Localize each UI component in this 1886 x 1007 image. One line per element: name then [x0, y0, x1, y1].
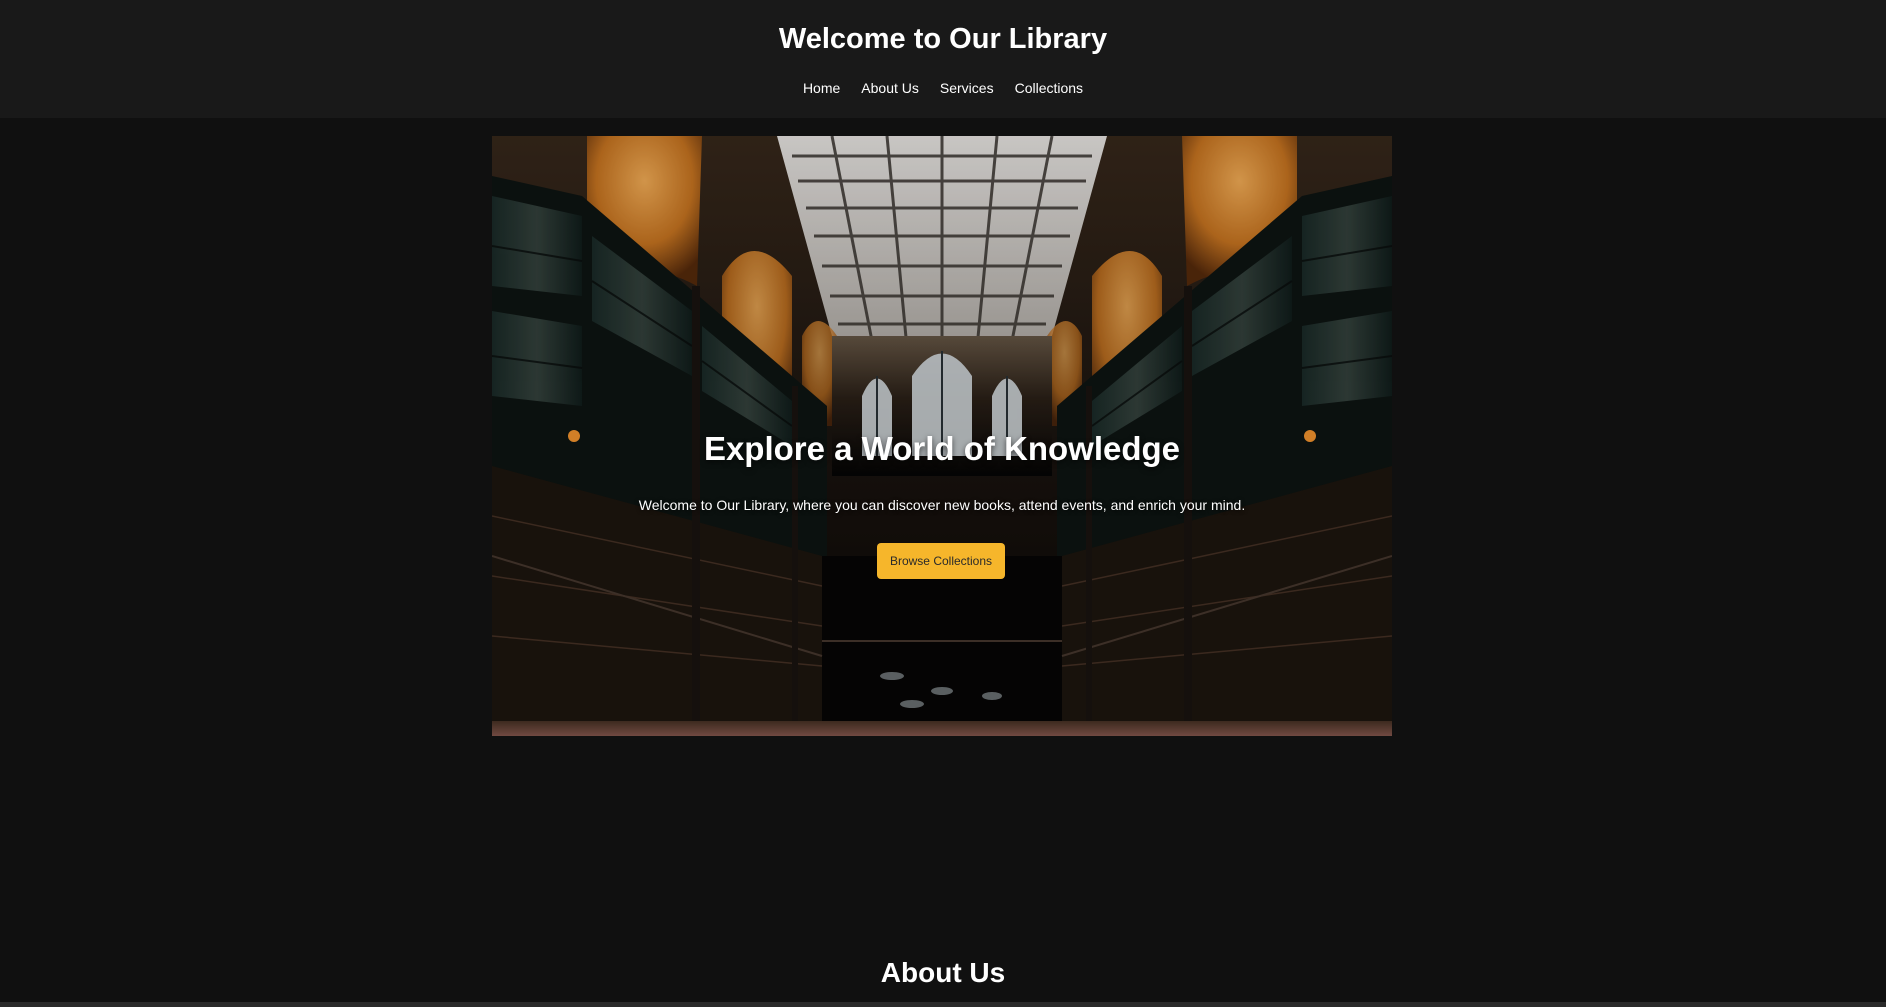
nav-link-home[interactable]: Home [803, 79, 840, 97]
about-heading: About Us [880, 957, 1006, 988]
nav-link-collections[interactable]: Collections [1015, 79, 1083, 97]
browse-collections-button[interactable]: Browse Collections [877, 543, 1005, 579]
page-bottom-divider [0, 1002, 1886, 1007]
hero-section: Explore a World of Knowledge Welcome to … [492, 136, 1392, 736]
nav-link-services[interactable]: Services [940, 79, 994, 97]
hero-title: Explore a World of Knowledge [703, 430, 1181, 467]
main-nav: Home About Us Services Collections [0, 79, 1886, 97]
nav-link-about-us[interactable]: About Us [861, 79, 919, 97]
site-title: Welcome to Our Library [778, 23, 1108, 55]
site-header: Welcome to Our Library Home About Us Ser… [0, 0, 1886, 118]
hero-subtitle: Welcome to Our Library, where you can di… [638, 497, 1246, 513]
